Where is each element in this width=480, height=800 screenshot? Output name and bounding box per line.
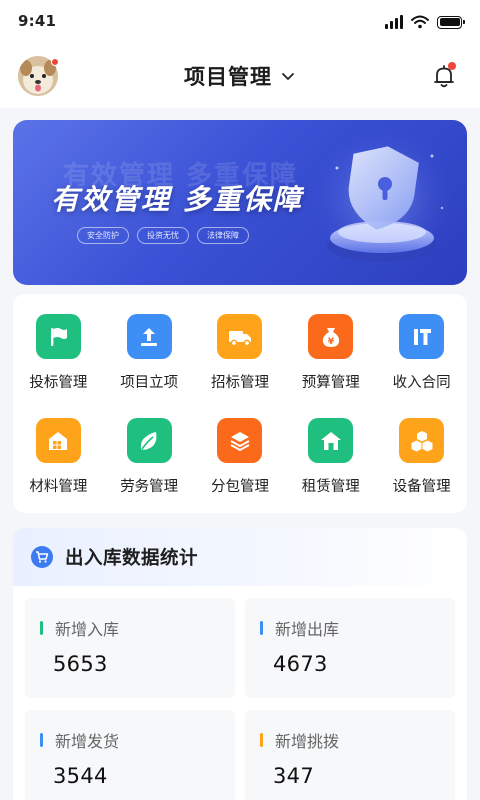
battery-icon <box>437 15 465 29</box>
menu-item-label: 材料管理 <box>29 479 88 495</box>
menu-item-label: 劳务管理 <box>120 479 179 495</box>
chevron-down-icon <box>282 73 294 80</box>
menu-item-label: 收入合同 <box>392 375 451 391</box>
house-icon <box>35 418 81 463</box>
status-bar: 9:41 <box>0 0 480 44</box>
stat-card-shipment[interactable]: 新增发货 3544 <box>25 710 235 800</box>
shield-illustration <box>312 128 452 268</box>
inventory-stats-card: 出入库数据统计 新增入库 5653 新增出库 4673 新增发货 3544 新增… <box>13 528 467 800</box>
stat-label: 新增入库 <box>55 620 120 639</box>
status-icons <box>385 15 465 29</box>
stat-value: 347 <box>273 764 314 788</box>
banner-tag: 投资无忧 <box>137 227 189 244</box>
wifi-icon <box>411 15 429 29</box>
stats-grid: 新增入库 5653 新增出库 4673 新增发货 3544 新增挑拨 347 <box>25 598 455 800</box>
menu-item-bidding[interactable]: 投标管理 <box>13 314 104 392</box>
leaf-icon <box>126 418 172 463</box>
stat-indicator <box>260 733 263 747</box>
stat-card-transfer[interactable]: 新增挑拨 347 <box>245 710 455 800</box>
menu-item-label: 招标管理 <box>210 375 269 391</box>
banner-tags: 安全防护 投资无忧 法律保障 <box>77 227 249 244</box>
banner-tag: 法律保障 <box>197 227 249 244</box>
menu-item-project-setup[interactable]: 项目立项 <box>104 314 195 392</box>
banner-tag: 安全防护 <box>77 227 129 244</box>
menu-item-label: 项目立项 <box>120 375 179 391</box>
menu-item-equipment[interactable]: 设备管理 <box>376 418 467 496</box>
menu-item-tender[interactable]: 招标管理 <box>195 314 286 392</box>
menu-item-labor[interactable]: 劳务管理 <box>104 418 195 496</box>
it-icon <box>399 314 445 359</box>
menu-item-label: 预算管理 <box>301 375 360 391</box>
signal-icon <box>385 15 403 29</box>
stats-title: 出入库数据统计 <box>65 548 199 569</box>
svg-text:¥: ¥ <box>328 337 335 347</box>
menu-item-label: 设备管理 <box>392 479 451 495</box>
feature-menu: 投标管理 项目立项 招标管理 ¥ 预算管理 收入合同 材料管理 劳务管理 分包管… <box>13 294 467 513</box>
upload-icon <box>126 314 172 359</box>
top-header: 项目管理 <box>0 44 480 108</box>
stat-indicator <box>40 733 43 747</box>
notification-badge <box>448 62 456 70</box>
stat-indicator <box>260 621 263 635</box>
menu-item-materials[interactable]: 材料管理 <box>13 418 104 496</box>
stat-card-outbound[interactable]: 新增出库 4673 <box>245 598 455 698</box>
status-time: 9:41 <box>18 12 57 30</box>
stat-label: 新增挑拨 <box>275 732 340 751</box>
menu-item-leasing[interactable]: 租赁管理 <box>285 418 376 496</box>
flag-icon <box>35 314 81 359</box>
notification-button[interactable] <box>430 62 458 90</box>
stat-indicator <box>40 621 43 635</box>
home-icon <box>308 418 354 463</box>
banner-title: 有效管理 多重保障 <box>51 183 303 216</box>
money-bag-icon: ¥ <box>308 314 354 359</box>
stats-header: 出入库数据统计 <box>13 528 467 586</box>
project-switcher[interactable]: 项目管理 <box>0 44 480 108</box>
stat-value: 4673 <box>273 652 328 676</box>
layers-icon <box>217 418 263 463</box>
menu-item-income-contract[interactable]: 收入合同 <box>376 314 467 392</box>
stat-label: 新增出库 <box>275 620 340 639</box>
boxes-icon <box>399 418 445 463</box>
app-screen: 9:41 项目管理 有效管理 多重保障 有效管理 多重保障 安全防护 投资无忧 … <box>0 0 480 800</box>
stat-value: 3544 <box>53 764 108 788</box>
feature-grid: 投标管理 项目立项 招标管理 ¥ 预算管理 收入合同 材料管理 劳务管理 分包管… <box>13 314 467 496</box>
truck-icon <box>217 314 263 359</box>
menu-item-subcontract[interactable]: 分包管理 <box>195 418 286 496</box>
stat-value: 5653 <box>53 652 108 676</box>
page-title: 项目管理 <box>184 65 272 89</box>
menu-item-label: 分包管理 <box>210 479 269 495</box>
cart-icon <box>31 546 53 568</box>
stat-label: 新增发货 <box>55 732 120 751</box>
menu-item-budget[interactable]: ¥ 预算管理 <box>285 314 376 392</box>
menu-item-label: 租赁管理 <box>301 479 360 495</box>
menu-item-label: 投标管理 <box>29 375 88 391</box>
promo-banner[interactable]: 有效管理 多重保障 有效管理 多重保障 安全防护 投资无忧 法律保障 <box>13 120 467 285</box>
stat-card-inbound[interactable]: 新增入库 5653 <box>25 598 235 698</box>
